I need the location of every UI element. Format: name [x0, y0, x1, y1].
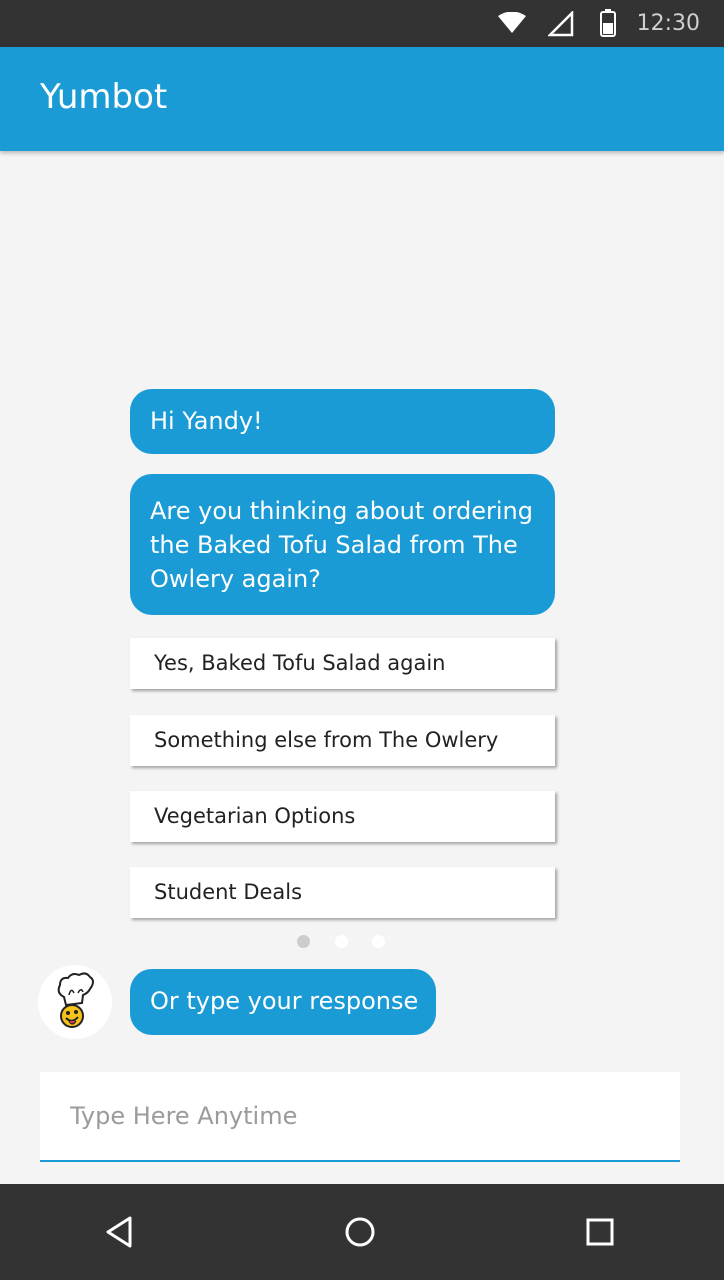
home-icon[interactable]	[336, 1208, 384, 1256]
chef-emoji-icon	[57, 972, 94, 1028]
page-dot-active[interactable]	[297, 935, 310, 948]
bot-message: Are you thinking about ordering the Bake…	[130, 474, 555, 615]
bot-avatar	[38, 965, 112, 1039]
quick-reply-option[interactable]: Vegetarian Options	[130, 791, 555, 842]
wifi-icon	[498, 12, 526, 33]
system-nav-bar	[0, 1184, 724, 1280]
back-icon[interactable]	[96, 1208, 144, 1256]
status-time: 12:30	[636, 11, 700, 36]
status-bar: 12:30	[0, 0, 724, 47]
quick-reply-option[interactable]: Yes, Baked Tofu Salad again	[130, 638, 555, 689]
page-dot[interactable]	[372, 935, 385, 948]
page-dot[interactable]	[335, 935, 348, 948]
app-bar: Yumbot	[0, 47, 724, 151]
message-input[interactable]	[40, 1072, 680, 1160]
bot-prompt-message: Or type your response	[130, 969, 437, 1035]
quick-reply-option[interactable]: Student Deals	[130, 867, 555, 918]
message-input-container	[40, 1072, 680, 1162]
recents-icon[interactable]	[576, 1208, 624, 1256]
battery-icon	[600, 9, 616, 37]
carousel-page-indicator	[0, 935, 724, 949]
cell-signal-icon	[548, 11, 574, 37]
quick-reply-option[interactable]: Something else from The Owlery	[130, 715, 555, 766]
app-title: Yumbot	[40, 77, 168, 117]
bot-message: Hi Yandy!	[130, 389, 555, 454]
